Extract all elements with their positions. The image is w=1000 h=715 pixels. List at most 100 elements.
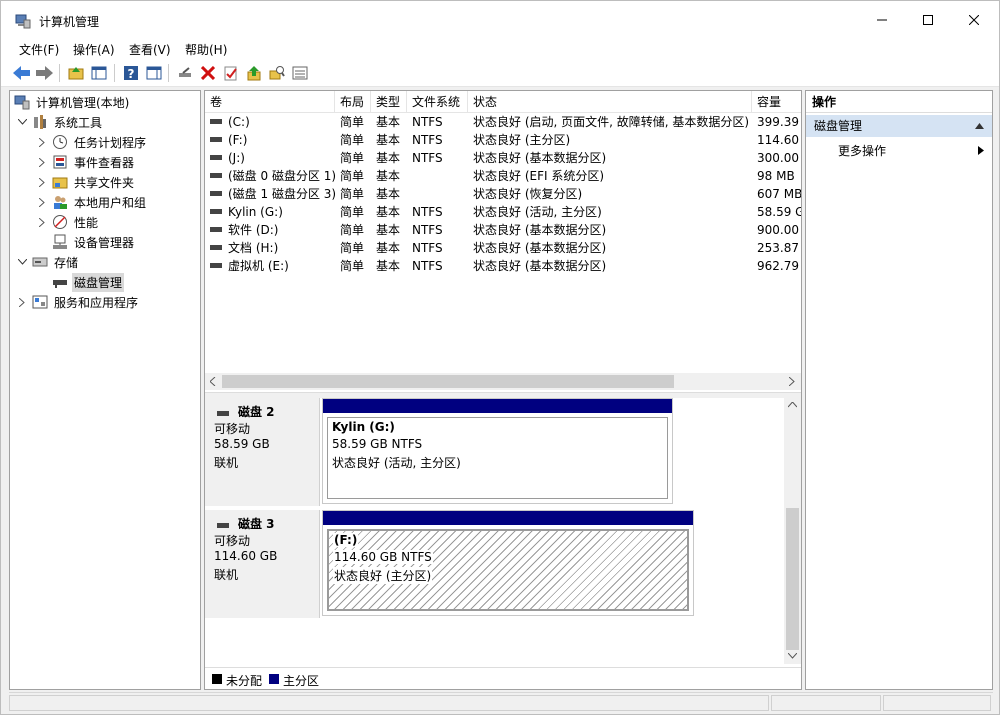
chevron-right-icon[interactable] <box>36 216 48 228</box>
table-row[interactable]: (F:) 简单 基本 NTFS 状态良好 (主分区) 114.60 <box>205 131 801 149</box>
disk-kind: 可移动 <box>214 534 251 548</box>
chevron-down-icon[interactable] <box>16 256 28 268</box>
tree-item-services-apps[interactable]: 服务和应用程序 <box>16 292 140 312</box>
chevron-right-icon[interactable] <box>36 176 48 188</box>
disk-2-label[interactable]: 磁盘 2 可移动 58.59 GB 联机 <box>205 398 320 506</box>
tree-item-storage[interactable]: 存储 <box>16 252 80 272</box>
table-row[interactable]: Kylin (G:) 简单 基本 NTFS 状态良好 (活动, 主分区) 58.59 G <box>205 203 801 221</box>
users-icon <box>54 196 67 209</box>
actions-pane: 操作 磁盘管理 更多操作 <box>805 90 993 690</box>
tree-item-local-users[interactable]: 本地用户和组 <box>36 192 148 212</box>
column-header-layout[interactable]: 布局 <box>335 91 371 113</box>
horizontal-scrollbar[interactable] <box>205 373 801 390</box>
cell-status: 状态良好 (启动, 页面文件, 故障转储, 基本数据分区) <box>468 113 752 131</box>
cell-text: 58.59 G <box>757 205 801 219</box>
help-button[interactable]: ? <box>122 64 140 82</box>
cell-volume: 软件 (D:) <box>205 221 335 239</box>
submenu-arrow-icon[interactable] <box>978 146 984 155</box>
minimize-button[interactable] <box>859 1 905 39</box>
table-row[interactable]: (磁盘 0 磁盘分区 1) 简单 基本 状态良好 (EFI 系统分区) 98 MB <box>205 167 801 185</box>
cell-text: 简单 <box>340 241 365 255</box>
close-icon <box>969 15 979 25</box>
tree-item-device-manager[interactable]: 设备管理器 <box>52 232 136 252</box>
toolbar-separator <box>59 64 60 82</box>
tree-item-task-scheduler[interactable]: 任务计划程序 <box>36 132 148 152</box>
toolbar-separator <box>114 64 115 82</box>
horizontal-scroll-thumb[interactable] <box>222 375 674 388</box>
tree-item-system-tools[interactable]: 系统工具 <box>16 112 104 132</box>
connect-button[interactable] <box>176 64 194 82</box>
properties-button[interactable] <box>222 64 240 82</box>
partition-f[interactable]: (F:) 114.60 GB NTFS 状态良好 (主分区) <box>322 510 694 616</box>
storage-icon <box>32 257 48 267</box>
menu-action[interactable]: 操作(A) <box>73 41 115 58</box>
cell-text: (J:) <box>228 151 245 165</box>
cell-layout: 简单 <box>335 131 371 149</box>
delete-button[interactable] <box>199 64 217 82</box>
more-actions-item[interactable]: 更多操作 <box>838 141 886 161</box>
collapse-up-icon[interactable] <box>975 123 984 129</box>
cell-capacity: 114.60 <box>752 131 801 149</box>
cell-text: 399.39 <box>757 115 799 129</box>
table-row[interactable]: (磁盘 1 磁盘分区 3) 简单 基本 状态良好 (恢复分区) 607 MB <box>205 185 801 203</box>
cell-text: 简单 <box>340 187 365 201</box>
show-action-pane-button[interactable] <box>145 64 163 82</box>
chevron-down-icon[interactable] <box>16 116 28 128</box>
status-cell <box>883 695 991 711</box>
forward-button[interactable] <box>36 64 54 82</box>
cell-text: 简单 <box>340 223 365 237</box>
cell-text: 962.79 <box>757 259 799 273</box>
cell-text: 253.87 <box>757 241 799 255</box>
cell-text: 基本 <box>376 223 401 237</box>
chevron-right-icon[interactable] <box>36 196 48 208</box>
show-hide-tree-button[interactable] <box>90 64 108 82</box>
tree-item-event-viewer[interactable]: 事件查看器 <box>36 152 136 172</box>
column-header-filesystem[interactable]: 文件系统 <box>407 91 468 113</box>
column-header-volume[interactable]: 卷 <box>205 91 335 113</box>
partition-kylin-g[interactable]: Kylin (G:) 58.59 GB NTFS 状态良好 (活动, 主分区) <box>322 398 673 504</box>
toolbar: ? <box>1 59 999 87</box>
partition-status: 状态良好 (主分区) <box>333 567 433 584</box>
chevron-right-icon[interactable] <box>16 296 28 308</box>
back-button[interactable] <box>13 64 31 82</box>
table-row[interactable]: 文档 (H:) 简单 基本 NTFS 状态良好 (基本数据分区) 253.87 <box>205 239 801 257</box>
cell-text: 基本 <box>376 115 401 129</box>
column-header-type[interactable]: 类型 <box>371 91 407 113</box>
menu-file[interactable]: 文件(F) <box>19 41 59 58</box>
table-row[interactable]: 虚拟机 (E:) 简单 基本 NTFS 状态良好 (基本数据分区) 962.79 <box>205 257 801 275</box>
vertical-scroll-thumb[interactable] <box>786 508 799 650</box>
tree-item-shared-folders[interactable]: 共享文件夹 <box>36 172 136 192</box>
chevron-right-icon[interactable] <box>36 156 48 168</box>
chevron-right-icon[interactable] <box>36 136 48 148</box>
view-button[interactable] <box>291 64 309 82</box>
close-button[interactable] <box>951 1 997 39</box>
menu-help[interactable]: 帮助(H) <box>185 41 227 58</box>
cell-type: 基本 <box>371 131 407 149</box>
table-row[interactable]: (C:) 简单 基本 NTFS 状态良好 (启动, 页面文件, 故障转储, 基本数据分区… <box>205 113 801 131</box>
tree-item-disk-management[interactable]: 磁盘管理 <box>52 272 125 292</box>
up-folder-button[interactable] <box>67 64 85 82</box>
cell-text: 98 MB <box>757 169 795 183</box>
menu-view[interactable]: 查看(V) <box>129 41 171 58</box>
table-row[interactable]: 软件 (D:) 简单 基本 NTFS 状态良好 (基本数据分区) 900.00 <box>205 221 801 239</box>
scroll-right-icon[interactable] <box>789 377 795 386</box>
search-button[interactable] <box>268 64 286 82</box>
maximize-button[interactable] <box>905 1 951 39</box>
tree-item-root[interactable]: 计算机管理(本地) <box>14 92 131 112</box>
actions-section-disk-management[interactable]: 磁盘管理 <box>806 115 992 137</box>
export-button[interactable] <box>245 64 263 82</box>
scroll-left-icon[interactable] <box>210 377 216 386</box>
vertical-scrollbar[interactable] <box>784 398 801 664</box>
table-row[interactable]: (J:) 简单 基本 NTFS 状态良好 (基本数据分区) 300.00 <box>205 149 801 167</box>
tree-item-performance[interactable]: 性能 <box>36 212 100 232</box>
disk-3-label[interactable]: 磁盘 3 可移动 114.60 GB 联机 <box>205 510 320 618</box>
computer-management-icon <box>15 14 31 29</box>
scroll-up-icon[interactable] <box>788 402 797 408</box>
column-header-status[interactable]: 状态 <box>468 91 752 113</box>
cell-layout: 简单 <box>335 239 371 257</box>
computer-management-window: 计算机管理 文件(F) 操作(A) 查看(V) 帮助(H) ? 计算机管理(本地… <box>0 0 1000 715</box>
scroll-down-icon[interactable] <box>788 653 797 659</box>
column-header-capacity[interactable]: 容量 <box>752 91 801 113</box>
tree-label: 系统工具 <box>54 115 103 130</box>
partition-size: 114.60 GB NTFS <box>333 550 433 564</box>
